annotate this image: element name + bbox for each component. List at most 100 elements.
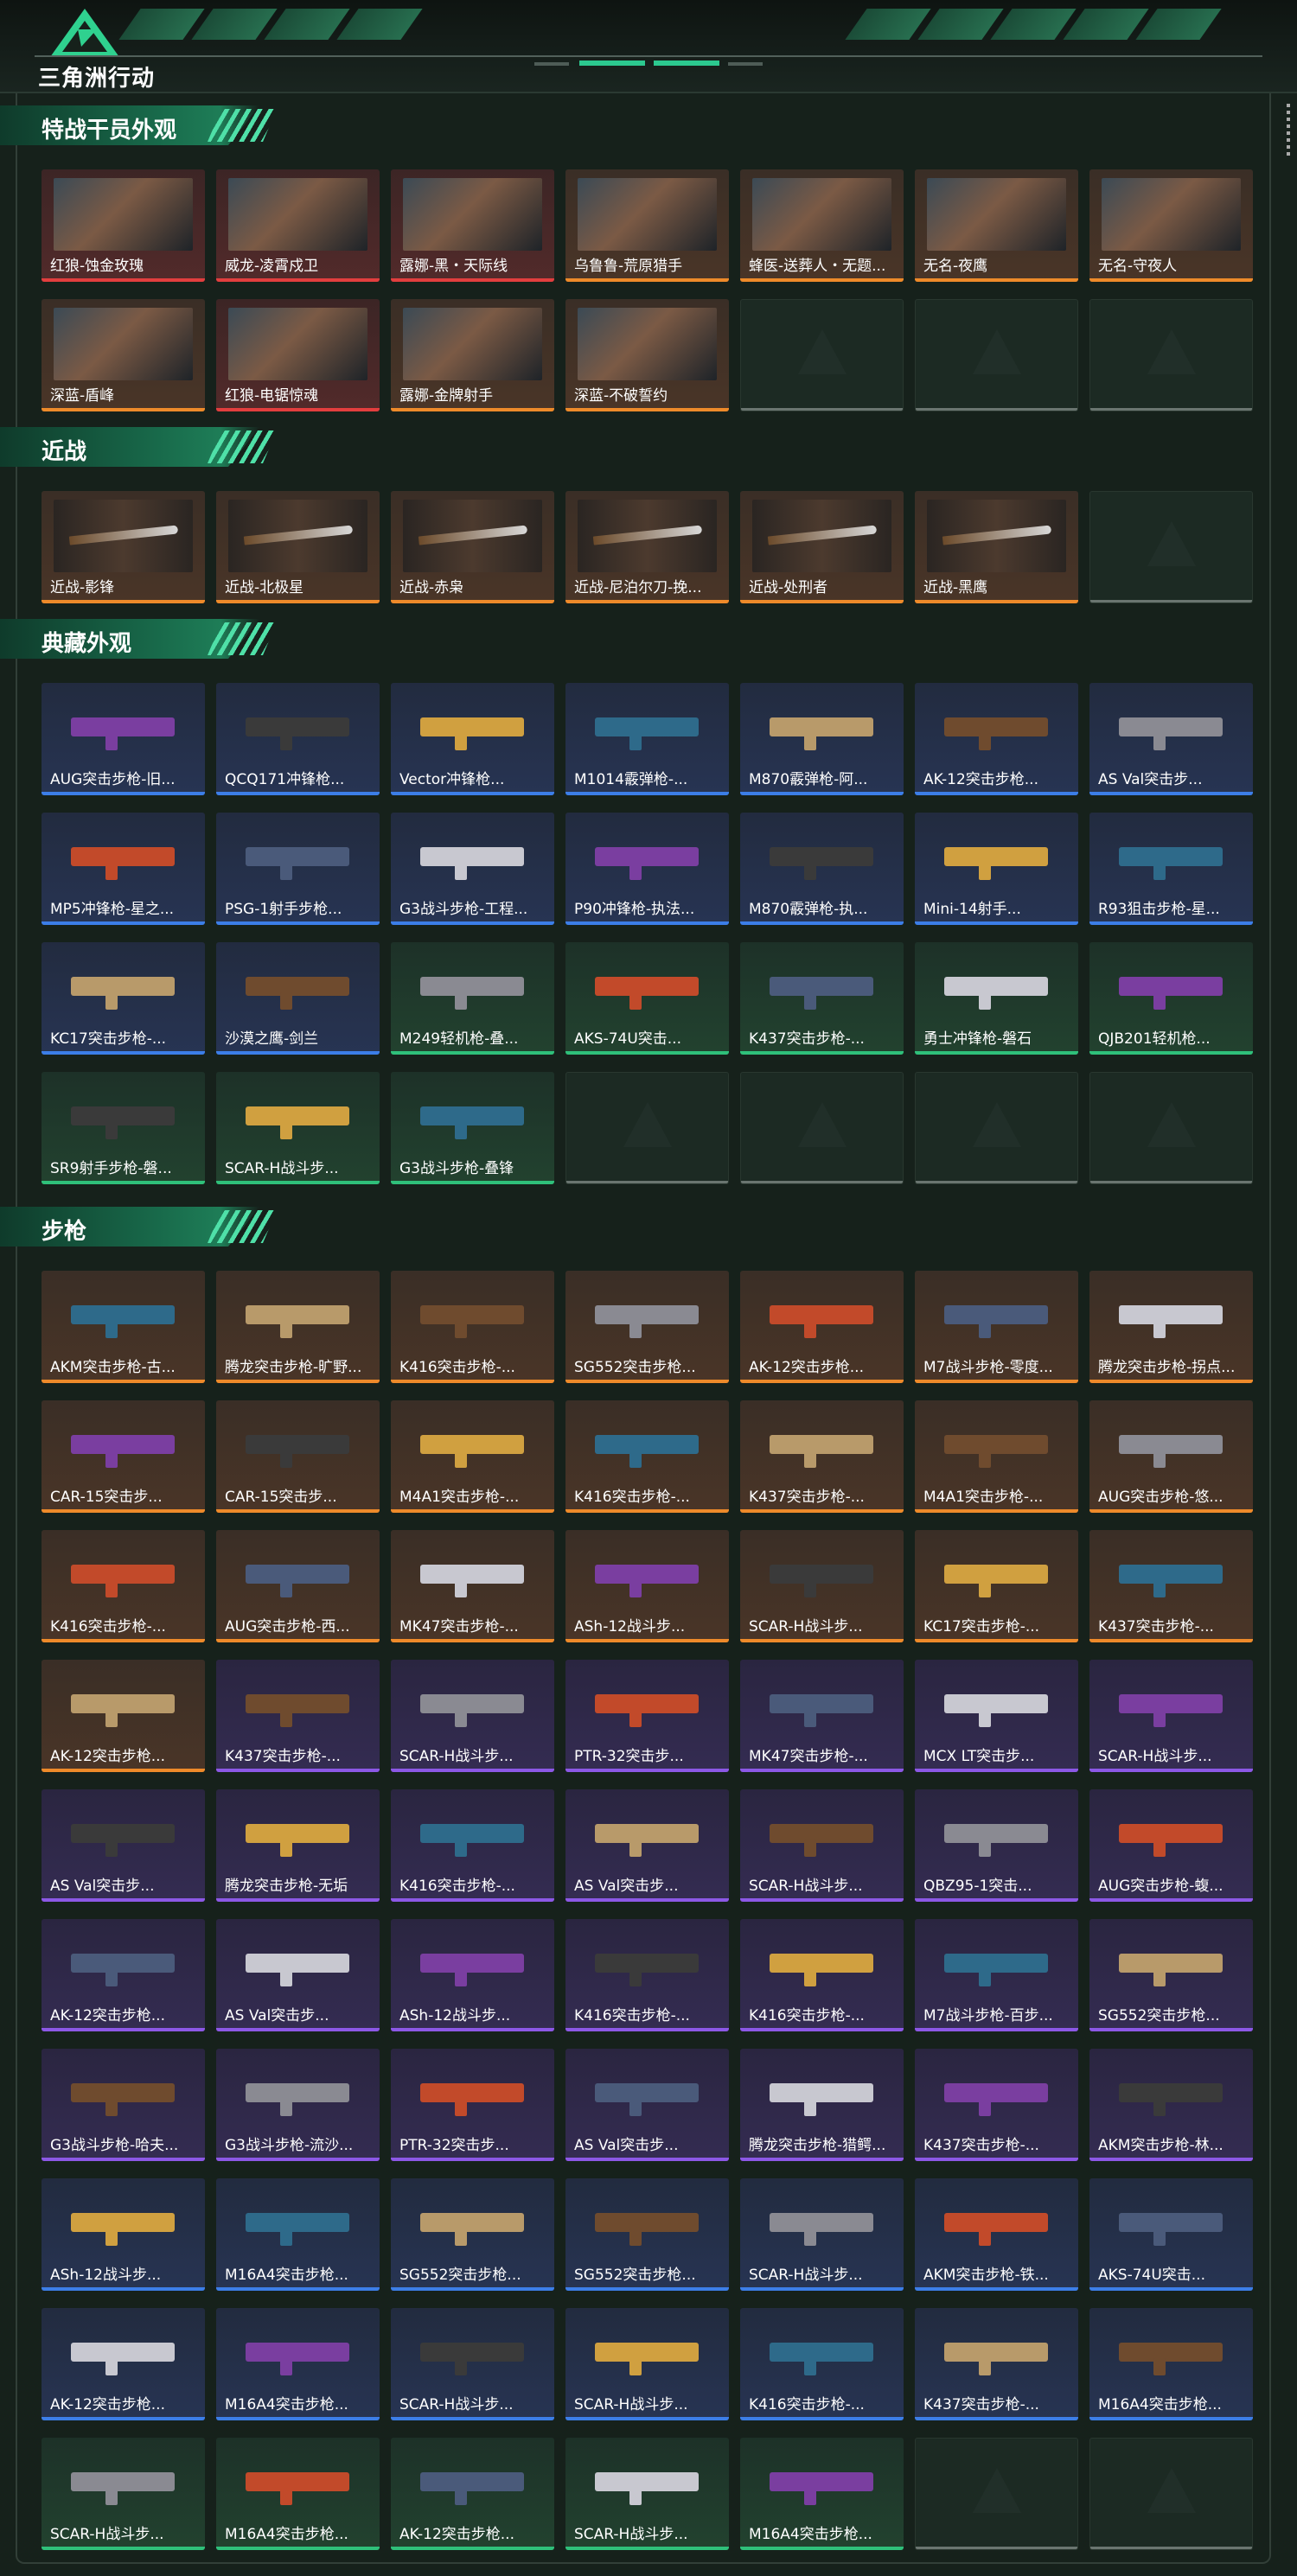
skin-card[interactable]: MK47突击步枪-... <box>391 1530 554 1642</box>
skin-card[interactable]: SR9射手步枪-磐... <box>42 1072 205 1184</box>
skin-card[interactable]: P90冲锋枪-执法... <box>565 813 729 925</box>
skin-card[interactable]: 乌鲁鲁-荒原猎手 <box>565 169 729 282</box>
skin-card[interactable]: AKM突击步枪-铁... <box>915 2178 1078 2291</box>
skin-card[interactable]: M4A1突击步枪-... <box>391 1400 554 1513</box>
skin-card[interactable]: M7战斗步枪-零度... <box>915 1271 1078 1383</box>
skin-card[interactable]: 红狼-蚀金玫瑰 <box>42 169 205 282</box>
skin-card[interactable]: KC17突击步枪-... <box>42 942 205 1055</box>
skin-card[interactable]: AK-12突击步枪... <box>42 1919 205 2031</box>
skin-card[interactable]: 腾龙突击步枪-无垢 <box>216 1789 380 1902</box>
skin-card[interactable]: 蜂医-送葬人・无题... <box>740 169 904 282</box>
skin-card[interactable]: 无名-夜鹰 <box>915 169 1078 282</box>
skin-card[interactable]: 红狼-电锯惊魂 <box>216 299 380 411</box>
skin-card[interactable]: G3战斗步枪-流沙... <box>216 2049 380 2161</box>
skin-card[interactable]: SCAR-H战斗步... <box>391 2308 554 2420</box>
skin-card[interactable]: 近战-黑鹰 <box>915 491 1078 603</box>
skin-card[interactable]: AS Val突击步... <box>565 1789 729 1902</box>
skin-card[interactable]: M7战斗步枪-百步... <box>915 1919 1078 2031</box>
skin-card[interactable]: AS Val突击步... <box>1089 683 1253 795</box>
skin-card[interactable]: PTR-32突击步... <box>565 1660 729 1772</box>
skin-card[interactable]: SG552突击步枪... <box>565 1271 729 1383</box>
skin-card[interactable]: 沙漠之鹰-剑兰 <box>216 942 380 1055</box>
skin-card[interactable]: CAR-15突击步... <box>216 1400 380 1513</box>
skin-card[interactable]: 深蓝-不破誓约 <box>565 299 729 411</box>
skin-card[interactable]: 腾龙突击步枪-拐点... <box>1089 1271 1253 1383</box>
skin-card[interactable]: K416突击步枪-... <box>740 2308 904 2420</box>
skin-card[interactable]: AK-12突击步枪... <box>42 2308 205 2420</box>
skin-card[interactable]: AS Val突击步... <box>565 2049 729 2161</box>
skin-card[interactable]: ASh-12战斗步... <box>565 1530 729 1642</box>
skin-card[interactable]: SCAR-H战斗步... <box>740 2178 904 2291</box>
skin-card[interactable]: M16A4突击步枪... <box>740 2438 904 2550</box>
skin-card[interactable]: QJB201轻机枪... <box>1089 942 1253 1055</box>
skin-card[interactable]: SG552突击步枪... <box>391 2178 554 2291</box>
skin-card[interactable]: M249轻机枪-叠... <box>391 942 554 1055</box>
skin-card[interactable]: 近战-处刑者 <box>740 491 904 603</box>
skin-card[interactable]: K416突击步枪-... <box>740 1919 904 2031</box>
skin-card[interactable]: 深蓝-盾峰 <box>42 299 205 411</box>
skin-card[interactable]: K416突击步枪-... <box>391 1271 554 1383</box>
skin-card[interactable]: 近战-影锋 <box>42 491 205 603</box>
skin-card[interactable]: AKM突击步枪-林... <box>1089 2049 1253 2161</box>
skin-card[interactable]: 近战-尼泊尔刀-挽... <box>565 491 729 603</box>
skin-card[interactable]: R93狙击步枪-星... <box>1089 813 1253 925</box>
skin-card[interactable]: K437突击步枪-... <box>740 942 904 1055</box>
skin-card[interactable]: 腾龙突击步枪-旷野... <box>216 1271 380 1383</box>
skin-card[interactable]: AS Val突击步... <box>216 1919 380 2031</box>
skin-card[interactable]: CAR-15突击步... <box>42 1400 205 1513</box>
skin-card[interactable]: K437突击步枪-... <box>1089 1530 1253 1642</box>
skin-card[interactable]: K437突击步枪-... <box>740 1400 904 1513</box>
skin-card[interactable]: AS Val突击步... <box>42 1789 205 1902</box>
skin-card[interactable]: SCAR-H战斗步... <box>740 1530 904 1642</box>
skin-card[interactable]: K437突击步枪-... <box>216 1660 380 1772</box>
skin-card[interactable]: 近战-赤枭 <box>391 491 554 603</box>
skin-card[interactable]: K437突击步枪-... <box>915 2049 1078 2161</box>
skin-card[interactable]: M4A1突击步枪-... <box>915 1400 1078 1513</box>
skin-card[interactable]: AK-12突击步枪... <box>42 1660 205 1772</box>
skin-card[interactable]: G3战斗步枪-哈夫... <box>42 2049 205 2161</box>
skin-card[interactable]: K416突击步枪-... <box>391 1789 554 1902</box>
skin-card[interactable]: K437突击步枪-... <box>915 2308 1078 2420</box>
skin-card[interactable]: 近战-北极星 <box>216 491 380 603</box>
skin-card[interactable]: AUG突击步枪-旧... <box>42 683 205 795</box>
skin-card[interactable]: AUG突击步枪-蝮... <box>1089 1789 1253 1902</box>
skin-card[interactable]: M870霰弹枪-执... <box>740 813 904 925</box>
skin-card[interactable]: AKS-74U突击... <box>1089 2178 1253 2291</box>
skin-card[interactable]: SCAR-H战斗步... <box>42 2438 205 2550</box>
skin-card[interactable]: M1014霰弹枪-... <box>565 683 729 795</box>
skin-card[interactable]: KC17突击步枪-... <box>915 1530 1078 1642</box>
skin-card[interactable]: M870霰弹枪-阿... <box>740 683 904 795</box>
skin-card[interactable]: K416突击步枪-... <box>565 1919 729 2031</box>
skin-card[interactable]: 腾龙突击步枪-猎鳄... <box>740 2049 904 2161</box>
skin-card[interactable]: M16A4突击步枪... <box>216 2438 380 2550</box>
skin-card[interactable]: MCX LT突击步... <box>915 1660 1078 1772</box>
skin-card[interactable]: Mini-14射手... <box>915 813 1078 925</box>
skin-card[interactable]: PSG-1射手步枪... <box>216 813 380 925</box>
skin-card[interactable]: QBZ95-1突击... <box>915 1789 1078 1902</box>
skin-card[interactable]: SG552突击步枪... <box>565 2178 729 2291</box>
skin-card[interactable]: QCQ171冲锋枪... <box>216 683 380 795</box>
skin-card[interactable]: K416突击步枪-... <box>565 1400 729 1513</box>
skin-card[interactable]: ASh-12战斗步... <box>42 2178 205 2291</box>
skin-card[interactable]: SCAR-H战斗步... <box>565 2438 729 2550</box>
skin-card[interactable]: G3战斗步枪-叠锋 <box>391 1072 554 1184</box>
skin-card[interactable]: M16A4突击步枪... <box>216 2308 380 2420</box>
skin-card[interactable]: SCAR-H战斗步... <box>565 2308 729 2420</box>
skin-card[interactable]: 露娜-金牌射手 <box>391 299 554 411</box>
skin-card[interactable]: AK-12突击步枪... <box>391 2438 554 2550</box>
skin-card[interactable]: AK-12突击步枪... <box>740 1271 904 1383</box>
skin-card[interactable]: G3战斗步枪-工程... <box>391 813 554 925</box>
skin-card[interactable]: AUG突击步枪-西... <box>216 1530 380 1642</box>
skin-card[interactable]: 无名-守夜人 <box>1089 169 1253 282</box>
skin-card[interactable]: M16A4突击步枪... <box>1089 2308 1253 2420</box>
skin-card[interactable]: AUG突击步枪-悠... <box>1089 1400 1253 1513</box>
skin-card[interactable]: SCAR-H战斗步... <box>1089 1660 1253 1772</box>
skin-card[interactable]: PTR-32突击步... <box>391 2049 554 2161</box>
skin-card[interactable]: 勇士冲锋枪-磐石 <box>915 942 1078 1055</box>
skin-card[interactable]: ASh-12战斗步... <box>391 1919 554 2031</box>
skin-card[interactable]: MK47突击步枪-... <box>740 1660 904 1772</box>
skin-card[interactable]: AK-12突击步枪... <box>915 683 1078 795</box>
skin-card[interactable]: AKM突击步枪-古... <box>42 1271 205 1383</box>
skin-card[interactable]: 露娜-黑・天际线 <box>391 169 554 282</box>
skin-card[interactable]: AKS-74U突击... <box>565 942 729 1055</box>
